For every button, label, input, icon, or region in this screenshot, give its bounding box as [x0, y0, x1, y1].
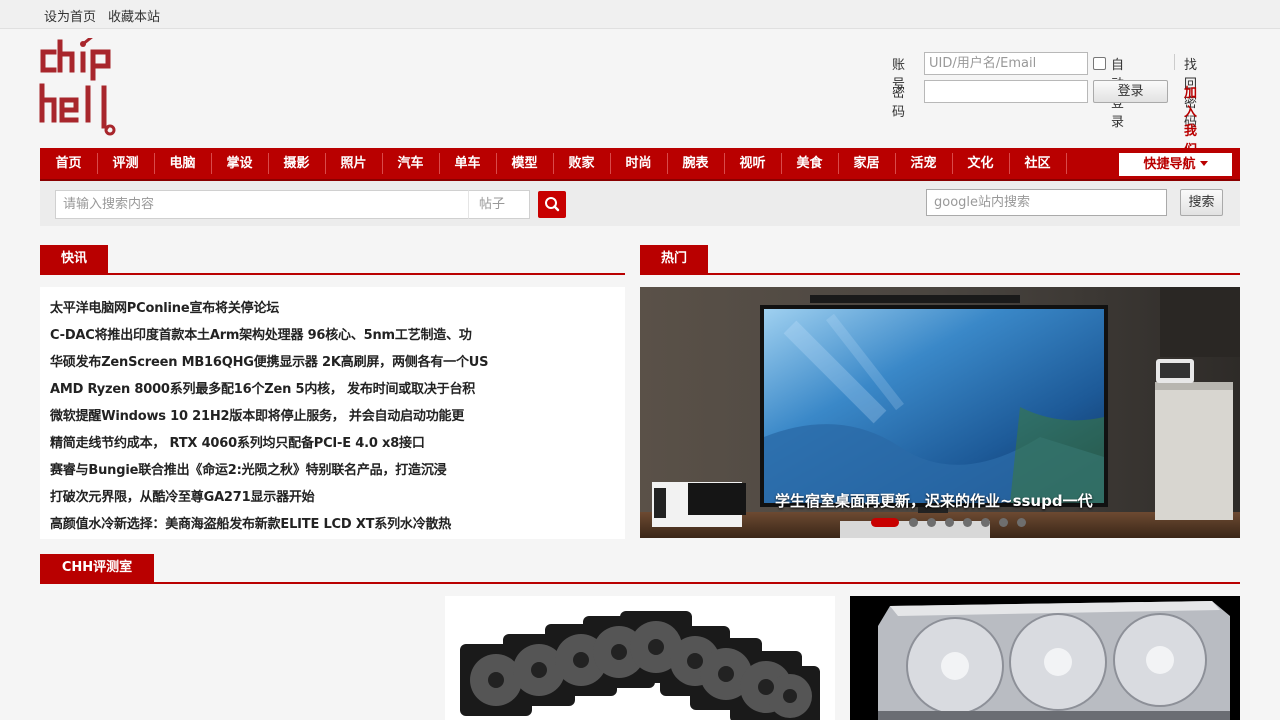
password-label: 密码 [892, 86, 906, 120]
slide-dot[interactable] [981, 518, 990, 527]
flash-news-title[interactable]: 快讯 [40, 245, 108, 273]
nav-item-pets[interactable]: 活宠 [895, 148, 952, 179]
news-item[interactable]: 华硕发布ZenScreen MB16QHG便携显示器 2K高刷屏，两侧各有一个U… [50, 351, 615, 370]
hot-title[interactable]: 热门 [640, 245, 708, 273]
auto-login-checkbox[interactable] [1093, 57, 1106, 70]
search-bar: 请输入搜索内容 帖子 google站内搜索 搜索 [40, 181, 1240, 226]
search-type-select[interactable]: 帖子 [468, 190, 530, 219]
nav-item-models[interactable]: 模型 [496, 148, 553, 179]
fans-photo [445, 596, 835, 720]
nav-item-food[interactable]: 美食 [781, 148, 838, 179]
news-item[interactable]: 高颜值水冷新选择：美商海盗船发布新款ELITE LCD XT系列水冷散热 [50, 513, 615, 532]
nav-item-watches[interactable]: 腕表 [667, 148, 724, 179]
review-lab-title[interactable]: CHH评测室 [40, 554, 154, 582]
slide-caption[interactable]: 学生宿室桌面再更新，迟来的作业~ssupd一代 [775, 490, 1093, 511]
nav-item-community[interactable]: 社区 [1009, 148, 1066, 179]
news-item[interactable]: 微软提醒Windows 10 21H2版本即将停止服务， 并会自动启动功能更 [50, 405, 615, 424]
quick-nav-button[interactable]: 快捷导航 [1119, 153, 1232, 176]
review-card-fans[interactable] [445, 596, 835, 720]
nav-item-bikes[interactable]: 单车 [439, 148, 496, 179]
google-search-input[interactable]: google站内搜索 [926, 189, 1167, 216]
news-item[interactable]: C-DAC将推出印度首款本土Arm架构处理器 96核心、5nm工艺制造、功 [50, 324, 615, 343]
bookmark-link[interactable]: 收藏本站 [108, 6, 160, 25]
nav-item-home[interactable]: 首页 [40, 148, 97, 179]
flash-news-list: 太平洋电脑网PConline宣布将关停论坛 C-DAC将推出印度首款本土Arm架… [40, 287, 625, 539]
login-button[interactable]: 登录 [1093, 80, 1168, 103]
divider [1174, 54, 1175, 70]
news-item[interactable]: 赛睿与Bungie联合推出《命运2:光陨之秋》特别联名产品，打造沉浸 [50, 459, 615, 478]
hot-slideshow[interactable]: 学生宿室桌面再更新，迟来的作业~ssupd一代 [640, 287, 1240, 538]
top-bar: 设为首页 收藏本站 [0, 0, 1280, 29]
slide-dot[interactable] [945, 518, 954, 527]
nav-item-culture[interactable]: 文化 [952, 148, 1009, 179]
password-input[interactable] [924, 80, 1088, 103]
caret-down-icon [1199, 161, 1208, 166]
nav-item-review[interactable]: 评测 [97, 148, 154, 179]
set-home-link[interactable]: 设为首页 [44, 6, 96, 25]
nav-item-home-living[interactable]: 家居 [838, 148, 895, 179]
nav-item-computer[interactable]: 电脑 [154, 148, 211, 179]
site-logo[interactable] [38, 33, 124, 138]
main-nav: 首页 评测 电脑 掌设 摄影 照片 汽车 单车 模型 败家 时尚 腕表 视听 美… [40, 148, 1240, 181]
nav-item-handheld[interactable]: 掌设 [211, 148, 268, 179]
nav-item-av[interactable]: 视听 [724, 148, 781, 179]
news-item[interactable]: 打破次元界限，从酷冷至尊GA271显示器开始 [50, 486, 615, 505]
gpu-photo [850, 596, 1240, 720]
nav-item-shopping[interactable]: 败家 [553, 148, 610, 179]
slide-dot[interactable] [871, 518, 899, 527]
account-input[interactable] [924, 52, 1088, 75]
slide-dot[interactable] [963, 518, 972, 527]
news-item[interactable]: 太平洋电脑网PConline宣布将关停论坛 [50, 297, 615, 316]
nav-item-fashion[interactable]: 时尚 [610, 148, 667, 179]
nav-item-cars[interactable]: 汽车 [382, 148, 439, 179]
nav-item-photography[interactable]: 摄影 [268, 148, 325, 179]
slide-dot[interactable] [999, 518, 1008, 527]
slide-dot[interactable] [927, 518, 936, 527]
slide-dot[interactable] [1017, 518, 1026, 527]
hot-header: 热门 [640, 245, 1240, 275]
search-input[interactable]: 请输入搜索内容 [55, 190, 469, 219]
flash-news-header: 快讯 [40, 245, 625, 275]
nav-item-photos[interactable]: 照片 [325, 148, 382, 179]
quick-nav-label: 快捷导航 [1143, 157, 1196, 172]
search-button[interactable] [538, 191, 566, 218]
review-card-gpu[interactable] [850, 596, 1240, 720]
join-link[interactable]: 加入我们 [1184, 82, 1197, 158]
nav-separator [1066, 153, 1067, 174]
news-item[interactable]: 精简走线节约成本， RTX 4060系列均只配备PCI-E 4.0 x8接口 [50, 432, 615, 451]
news-item[interactable]: AMD Ryzen 8000系列最多配16个Zen 5内核， 发布时间或取决于台… [50, 378, 615, 397]
review-lab-header: CHH评测室 [40, 554, 1240, 584]
google-search-button[interactable]: 搜索 [1180, 189, 1223, 216]
search-icon [545, 197, 560, 212]
slide-dot[interactable] [909, 518, 918, 527]
